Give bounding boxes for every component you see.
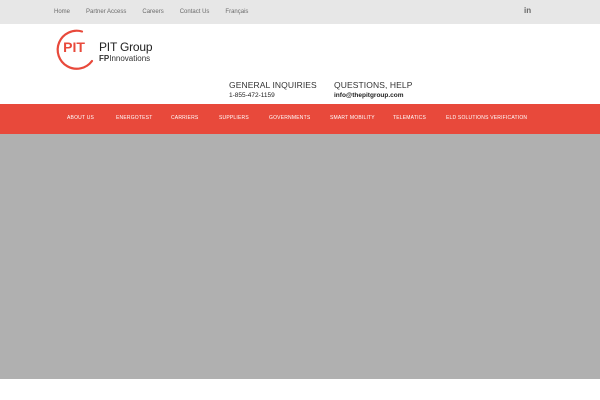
general-inquiries-heading: GENERAL INQUIRIES — [229, 80, 317, 90]
top-nav-contact-us[interactable]: Contact Us — [180, 9, 210, 15]
top-nav-careers[interactable]: Careers — [142, 9, 163, 15]
general-inquiries-phone[interactable]: 1-855-472-1159 — [229, 92, 317, 99]
questions-help-email[interactable]: info@thepitgroup.com — [334, 92, 413, 99]
main-nav-smart-mobility[interactable]: SMART MOBILITY — [330, 115, 375, 121]
main-nav-telematics[interactable]: TELEMATICS — [393, 115, 426, 121]
top-nav: Home Partner Access Careers Contact Us F… — [54, 0, 248, 24]
linkedin-icon[interactable]: in — [524, 6, 531, 15]
main-nav-suppliers[interactable]: SUPPLIERS — [219, 115, 249, 121]
top-bar: Home Partner Access Careers Contact Us F… — [0, 0, 600, 24]
logo-sub-rest: Innovations — [109, 54, 151, 63]
top-nav-partner-access[interactable]: Partner Access — [86, 9, 126, 15]
top-nav-home[interactable]: Home — [54, 9, 70, 15]
main-nav: ABOUT US ENERGOTEST CARRIERS SUPPLIERS G… — [0, 104, 600, 134]
hero-banner-placeholder — [0, 134, 600, 379]
logo-mark-text: PIT — [63, 39, 85, 55]
top-nav-francais[interactable]: Français — [225, 9, 248, 15]
logo-subtitle: FPInnovations — [99, 54, 150, 63]
below-hero-strip — [0, 379, 600, 400]
logo-title: PIT Group — [99, 40, 153, 54]
main-nav-carriers[interactable]: CARRIERS — [171, 115, 198, 121]
main-nav-energotest[interactable]: ENERGOTEST — [116, 115, 152, 121]
main-nav-eld-solutions-verification[interactable]: ELD SOLUTIONS VERIFICATION — [446, 115, 527, 121]
questions-help-heading: QUESTIONS, HELP — [334, 80, 413, 90]
general-inquiries-block: GENERAL INQUIRIES 1-855-472-1159 — [229, 80, 317, 99]
main-nav-bar: ABOUT US ENERGOTEST CARRIERS SUPPLIERS G… — [0, 104, 600, 134]
pit-group-logo[interactable]: PIT PIT Group FPInnovations — [54, 28, 164, 72]
logo-sub-bold: FP — [99, 54, 110, 63]
pit-logo-mark-icon: PIT — [56, 29, 94, 70]
main-nav-about-us[interactable]: ABOUT US — [67, 115, 94, 121]
questions-help-block: QUESTIONS, HELP info@thepitgroup.com — [334, 80, 413, 99]
main-nav-governments[interactable]: GOVERNMENTS — [269, 115, 310, 121]
